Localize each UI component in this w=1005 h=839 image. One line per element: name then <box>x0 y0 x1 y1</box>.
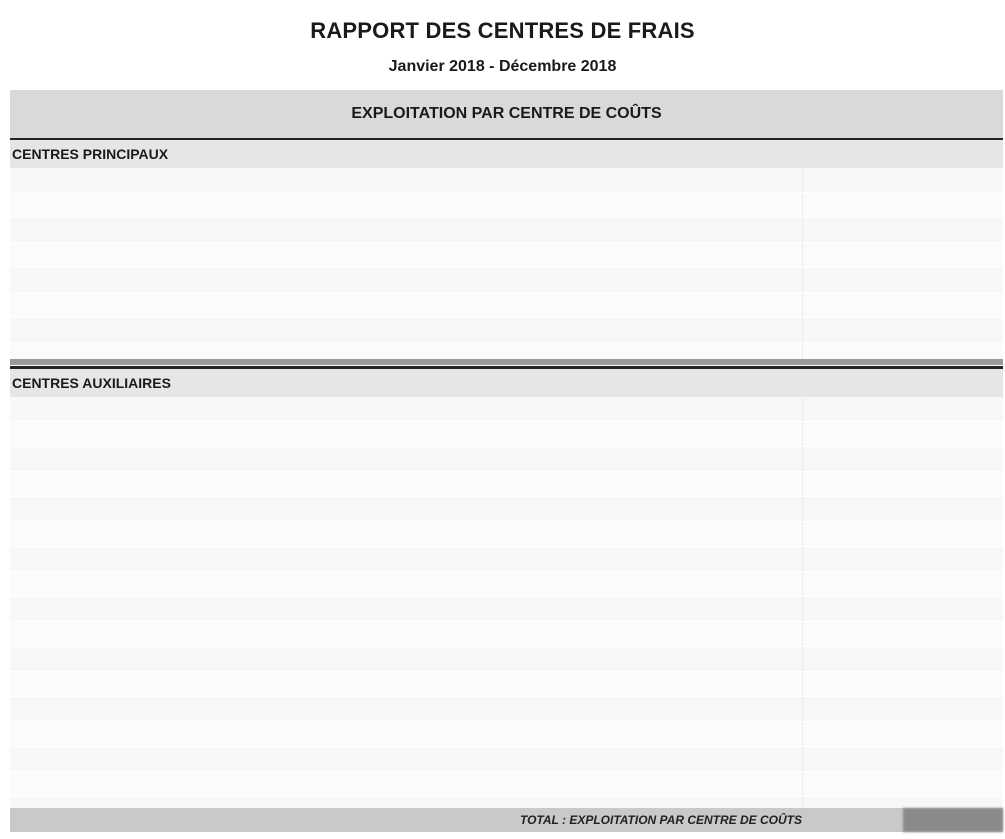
table-row <box>10 772 1003 797</box>
total-row: TOTAL : EXPLOITATION PAR CENTRE DE COÛTS <box>10 808 1003 832</box>
table-row <box>10 497 1003 522</box>
column-divider <box>802 772 803 796</box>
column-divider <box>802 397 803 421</box>
column-divider <box>802 422 803 446</box>
column-divider <box>802 447 803 471</box>
column-divider <box>802 547 803 571</box>
group-title-principal: CENTRES PRINCIPAUX <box>12 146 169 162</box>
table-row <box>10 293 1003 318</box>
column-divider <box>802 268 803 292</box>
column-divider <box>802 622 803 646</box>
report-period: Janvier 2018 - Décembre 2018 <box>388 58 617 75</box>
table-row <box>10 672 1003 697</box>
rows-principal <box>10 168 1003 368</box>
table-row <box>10 472 1003 497</box>
column-divider <box>802 672 803 696</box>
column-divider <box>802 168 803 192</box>
total-label: TOTAL : EXPLOITATION PAR CENTRE DE COÛTS <box>519 813 802 827</box>
table-row <box>10 622 1003 647</box>
table-row <box>10 697 1003 722</box>
column-divider <box>802 572 803 596</box>
table-row <box>10 268 1003 293</box>
column-divider <box>802 647 803 671</box>
table-row <box>10 547 1003 572</box>
column-divider <box>802 597 803 621</box>
report-title: RAPPORT DES CENTRES DE FRAIS <box>310 18 695 43</box>
group-header-auxiliaire: CENTRES AUXILIAIRES <box>10 366 1003 397</box>
column-divider <box>802 522 803 546</box>
table-row <box>10 193 1003 218</box>
table-row <box>10 597 1003 622</box>
rows-auxiliaire <box>10 397 1003 822</box>
table-row <box>10 218 1003 243</box>
column-divider <box>802 193 803 217</box>
column-divider <box>802 497 803 521</box>
column-divider <box>802 747 803 771</box>
table-row <box>10 522 1003 547</box>
table-row <box>10 318 1003 343</box>
group-separator <box>10 359 1003 365</box>
table-row <box>10 647 1003 672</box>
table-row <box>10 572 1003 597</box>
section-banner: EXPLOITATION PAR CENTRE DE COÛTS <box>10 90 1003 140</box>
total-amount <box>903 808 1003 832</box>
column-divider <box>802 318 803 342</box>
table-row <box>10 722 1003 747</box>
column-divider <box>802 243 803 267</box>
group-header-principal: CENTRES PRINCIPAUX <box>10 140 1003 168</box>
table-row <box>10 397 1003 422</box>
column-divider <box>802 218 803 242</box>
table-row <box>10 168 1003 193</box>
section-title: EXPLOITATION PAR CENTRE DE COÛTS <box>351 105 662 122</box>
table-row <box>10 447 1003 472</box>
column-divider <box>802 722 803 746</box>
column-divider <box>802 472 803 496</box>
table-row <box>10 243 1003 268</box>
table-row <box>10 747 1003 772</box>
column-divider <box>802 293 803 317</box>
column-divider <box>802 697 803 721</box>
table-row <box>10 422 1003 447</box>
cost-center-report: RAPPORT DES CENTRES DE FRAIS Janvier 201… <box>0 0 1005 839</box>
group-title-auxiliaire: CENTRES AUXILIAIRES <box>12 375 171 391</box>
